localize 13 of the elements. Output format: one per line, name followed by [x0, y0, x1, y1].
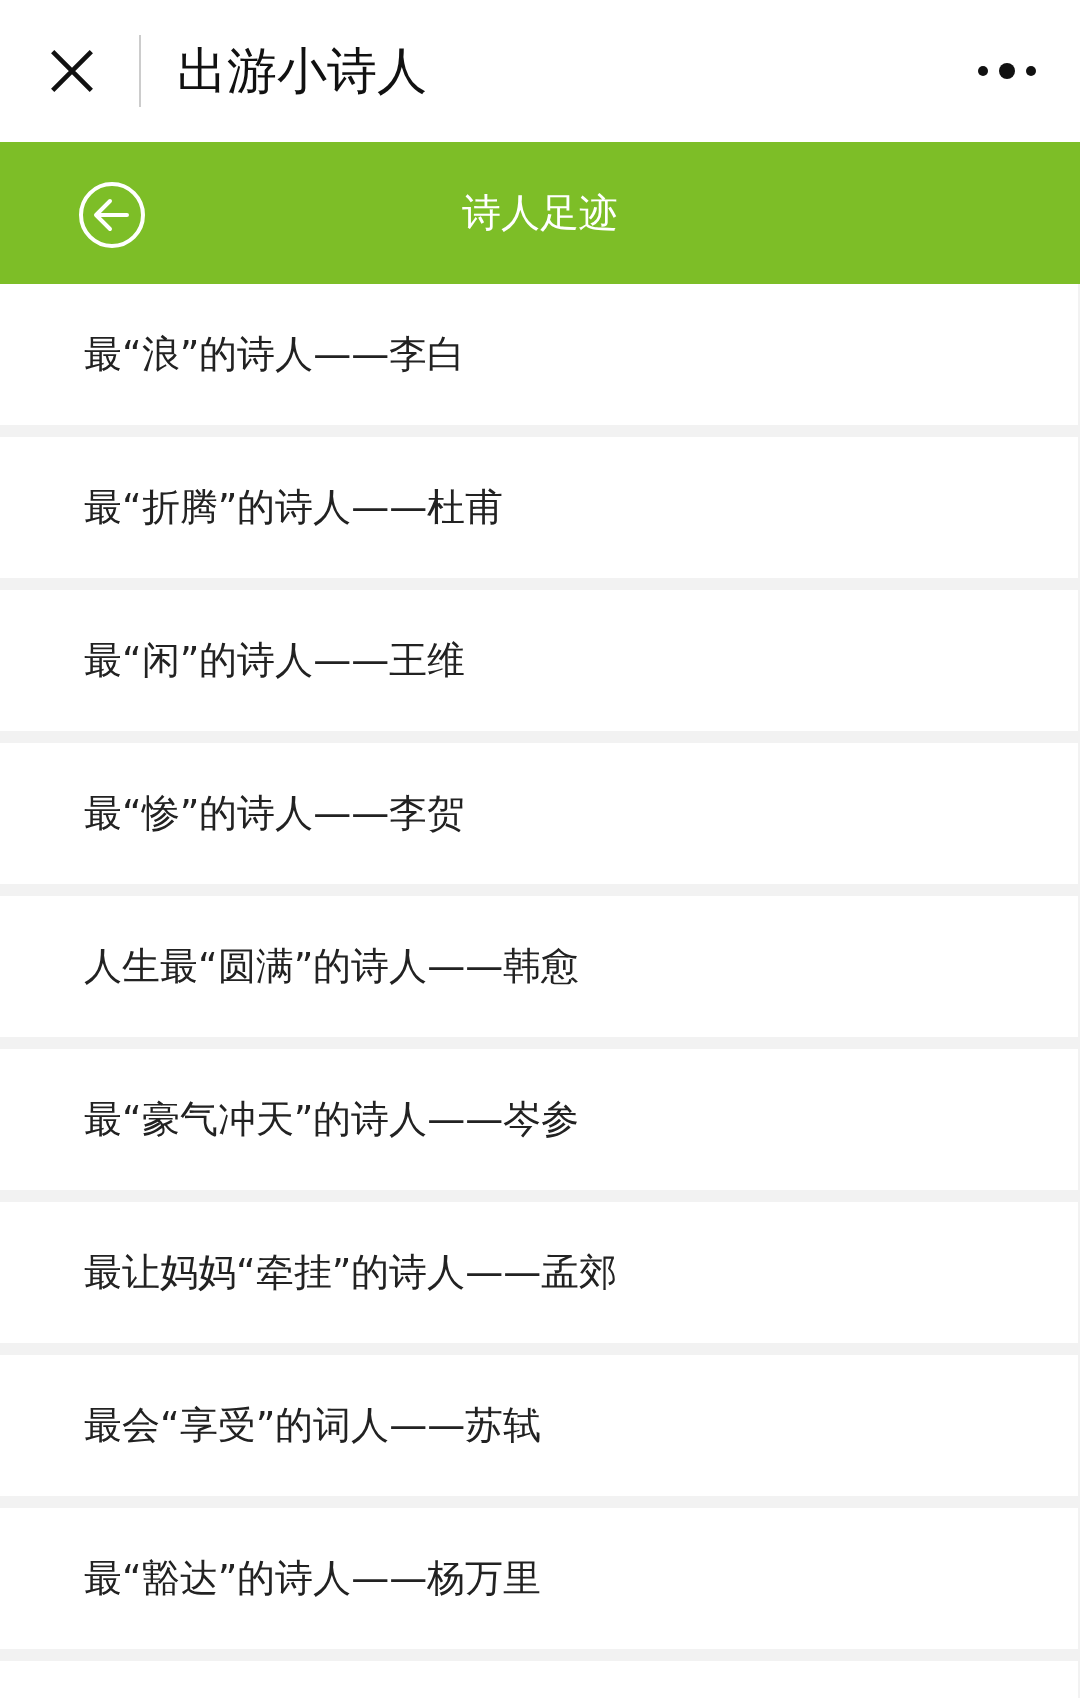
list-item[interactable]: 最“闲”的诗人——王维 [0, 590, 1078, 731]
list-item[interactable]: 最让妈妈“牵挂”的诗人——孟郊 [0, 1202, 1078, 1343]
list-item[interactable]: 最“豪气冲天”的诗人——岑参 [0, 1049, 1078, 1190]
more-icon[interactable] [977, 63, 1037, 79]
list-item[interactable]: 最“浪”的诗人——李白 [0, 284, 1078, 425]
list-item[interactable]: 人生最“圆满”的诗人——韩愈 [0, 896, 1078, 1037]
page-title: 诗人足迹 [462, 189, 618, 237]
list-item[interactable]: 最会“享受”的词人——苏轼 [0, 1355, 1078, 1496]
list-item[interactable]: 最“惨”的诗人——李贺 [0, 743, 1078, 884]
close-icon[interactable] [49, 48, 95, 94]
app-title: 出游小诗人 [177, 40, 428, 102]
list-item[interactable]: 最“折腾”的诗人——杜甫 [0, 437, 1078, 578]
list-item[interactable]: 最“豁达”的诗人——杨万里 [0, 1508, 1078, 1649]
